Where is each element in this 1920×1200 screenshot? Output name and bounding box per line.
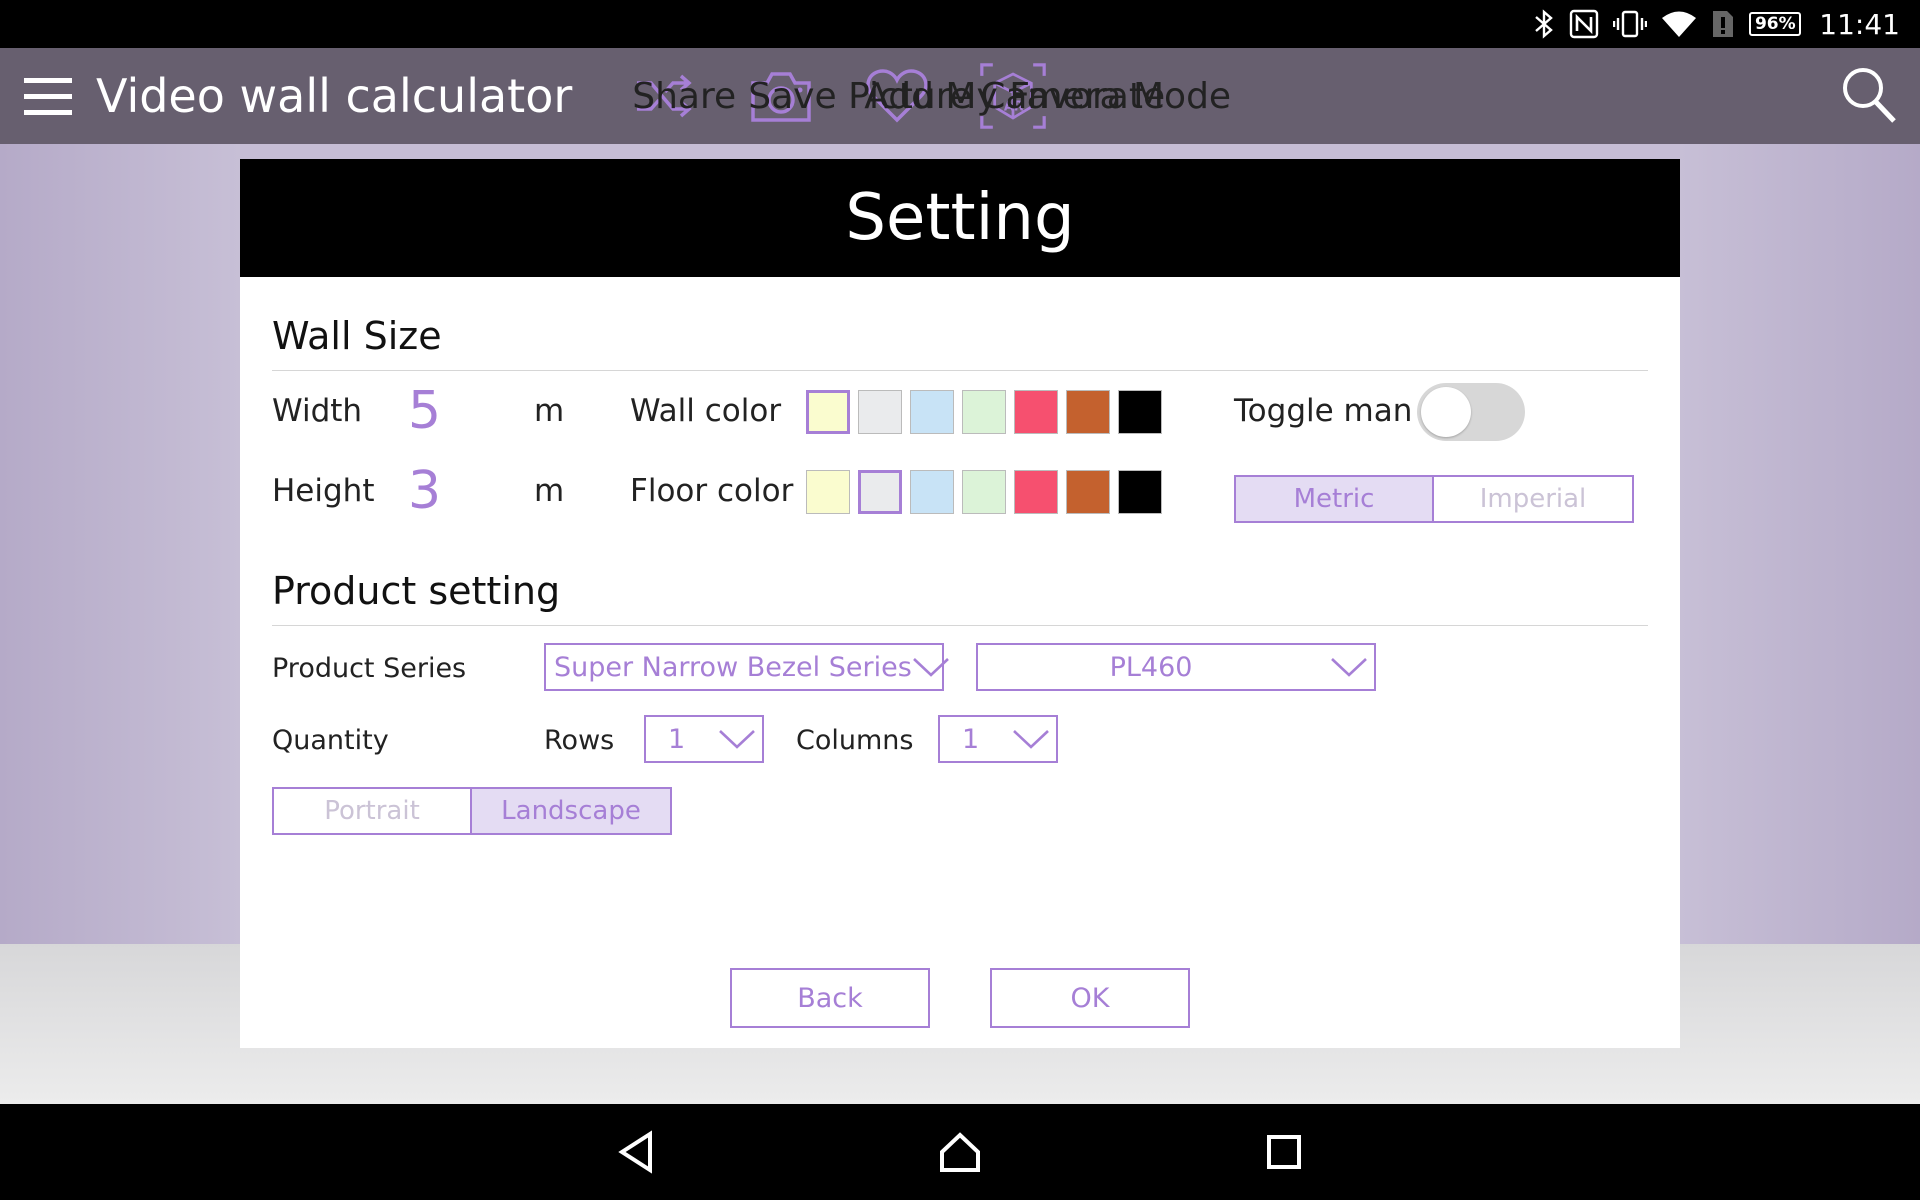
hamburger-icon xyxy=(24,78,72,115)
divider xyxy=(272,370,1648,371)
wall-color-swatches xyxy=(806,390,1162,434)
add-favorite-button[interactable]: Add My Favorate xyxy=(864,48,1165,144)
orientation-toggle: Portrait Landscape xyxy=(272,787,672,835)
quantity-label: Quantity xyxy=(272,725,389,756)
dialog-title: Setting xyxy=(240,159,1680,277)
camera-mode-button[interactable]: AR Camera Mode xyxy=(980,48,1231,144)
metric-option[interactable]: Metric xyxy=(1234,475,1434,523)
product-setting-heading: Product setting xyxy=(272,569,561,613)
product-series-dropdown[interactable]: Super Narrow Bezel Series xyxy=(544,643,949,691)
wifi-icon xyxy=(1661,9,1697,39)
rows-value: 1 xyxy=(668,723,686,755)
back-nav-button[interactable] xyxy=(606,1122,666,1182)
width-label: Width xyxy=(272,393,363,429)
wall-swatch[interactable] xyxy=(1066,390,1110,434)
home-nav-button[interactable] xyxy=(930,1122,990,1182)
battery-icon: 96% xyxy=(1749,12,1802,36)
floor-swatch[interactable] xyxy=(1014,470,1058,514)
divider xyxy=(272,625,1648,626)
back-button[interactable]: Back xyxy=(730,968,930,1028)
save-picture-button[interactable]: Save Picture xyxy=(748,48,972,144)
chevron-down-icon xyxy=(712,728,762,750)
landscape-option[interactable]: Landscape xyxy=(472,787,672,835)
rows-label: Rows xyxy=(544,725,615,756)
product-series-value: Super Narrow Bezel Series xyxy=(554,651,912,683)
wall-swatch[interactable] xyxy=(1014,390,1058,434)
wall-color-label: Wall color xyxy=(630,393,782,429)
app-toolbar: Video wall calculator Share Save Picture… xyxy=(0,48,1920,144)
floor-color-swatches xyxy=(806,470,1162,514)
vibrate-icon xyxy=(1613,9,1648,39)
system-nav-bar xyxy=(0,1104,1920,1200)
wall-swatch[interactable] xyxy=(858,390,902,434)
status-bar: 96% 11:41 xyxy=(0,0,1920,48)
width-value[interactable]: 5 xyxy=(408,381,441,441)
ok-button[interactable]: OK xyxy=(990,968,1190,1028)
home-icon xyxy=(940,1132,980,1172)
columns-label: Columns xyxy=(796,725,914,756)
toggle-knob xyxy=(1421,387,1471,437)
recents-nav-button[interactable] xyxy=(1254,1122,1314,1182)
wall-size-heading: Wall Size xyxy=(272,314,442,358)
toggle-man-label: Toggle man xyxy=(1234,393,1413,429)
columns-value: 1 xyxy=(962,723,980,755)
floor-swatch[interactable] xyxy=(910,470,954,514)
height-value[interactable]: 3 xyxy=(408,461,441,521)
chevron-down-icon xyxy=(1006,728,1056,750)
floor-swatch[interactable] xyxy=(1066,470,1110,514)
floor-swatch[interactable] xyxy=(962,470,1006,514)
rows-dropdown[interactable]: 1 xyxy=(644,715,764,763)
floor-swatch[interactable] xyxy=(858,470,902,514)
clock: 11:41 xyxy=(1819,7,1900,41)
share-label: Share xyxy=(632,75,737,117)
chevron-down-icon xyxy=(912,656,950,678)
wall-swatch[interactable] xyxy=(1118,390,1162,434)
floor-color-label: Floor color xyxy=(630,473,794,509)
search-button[interactable] xyxy=(1836,62,1902,128)
product-model-value: PL460 xyxy=(1109,651,1193,683)
height-unit: m xyxy=(534,473,565,509)
chevron-down-icon xyxy=(1324,656,1374,678)
product-model-dropdown[interactable]: PL460 xyxy=(976,643,1376,691)
imperial-option[interactable]: Imperial xyxy=(1434,475,1634,523)
floor-swatch[interactable] xyxy=(806,470,850,514)
setting-dialog: Setting Wall Size Width 5 m Wall color T… xyxy=(240,159,1680,1048)
square-icon xyxy=(1267,1135,1301,1169)
wall-swatch[interactable] xyxy=(962,390,1006,434)
sim-alert-icon xyxy=(1711,9,1735,39)
product-series-label: Product Series xyxy=(272,653,467,684)
columns-dropdown[interactable]: 1 xyxy=(938,715,1058,763)
height-label: Height xyxy=(272,473,375,509)
back-triangle-icon xyxy=(618,1130,652,1174)
menu-button[interactable] xyxy=(0,48,96,144)
camera-mode-label: Camera Mode xyxy=(980,75,1232,117)
search-icon xyxy=(1843,68,1896,123)
app-title: Video wall calculator xyxy=(96,69,573,123)
unit-toggle: Metric Imperial xyxy=(1234,475,1634,523)
width-unit: m xyxy=(534,393,565,429)
floor-swatch[interactable] xyxy=(1118,470,1162,514)
share-button[interactable]: Share xyxy=(632,48,736,144)
wall-swatch[interactable] xyxy=(806,390,850,434)
portrait-option[interactable]: Portrait xyxy=(272,787,472,835)
wall-swatch[interactable] xyxy=(910,390,954,434)
toggle-man-switch[interactable] xyxy=(1417,383,1525,441)
nfc-icon xyxy=(1569,9,1599,39)
bluetooth-icon xyxy=(1533,9,1555,39)
battery-level: 96% xyxy=(1754,14,1796,34)
